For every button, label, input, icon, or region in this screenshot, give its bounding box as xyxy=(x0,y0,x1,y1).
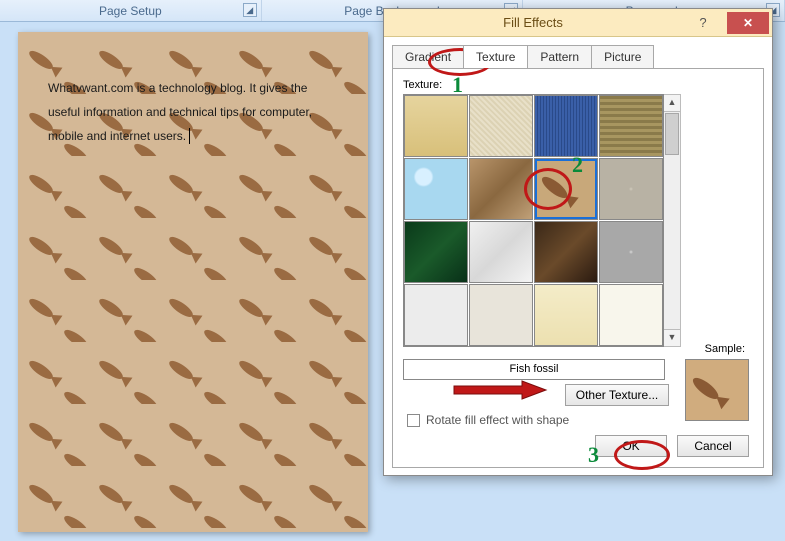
scroll-track[interactable] xyxy=(664,156,680,329)
texture-label: Texture: xyxy=(403,79,753,91)
texture-newsprint[interactable] xyxy=(404,284,468,346)
sample-label: Sample: xyxy=(705,343,745,355)
texture-woven-mat[interactable] xyxy=(599,95,663,157)
rotate-fill-checkbox[interactable] xyxy=(407,414,420,427)
texture-papyrus[interactable] xyxy=(404,95,468,157)
close-icon: ✕ xyxy=(743,16,753,30)
ok-button[interactable]: OK xyxy=(595,435,667,457)
document-text-content: Whatvwant.com is a technology blog. It g… xyxy=(48,81,312,143)
scroll-down-icon[interactable]: ▼ xyxy=(664,329,680,346)
dialog-title: Fill Effects xyxy=(384,15,682,30)
tab-label: Pattern xyxy=(540,50,579,64)
rotate-fill-row: Rotate fill effect with shape xyxy=(407,413,569,427)
dialog-launcher-icon[interactable]: ◢ xyxy=(243,3,257,17)
texture-parchment[interactable] xyxy=(534,284,598,346)
scroll-thumb[interactable] xyxy=(665,113,679,155)
texture-scrollbar[interactable]: ▲ ▼ xyxy=(664,94,681,347)
button-label: Cancel xyxy=(694,439,731,453)
dialog-tabs: Gradient Texture Pattern Picture xyxy=(392,45,764,68)
tab-label: Gradient xyxy=(405,50,451,64)
ribbon-group-label: Page Setup xyxy=(99,4,162,18)
tab-pattern[interactable]: Pattern xyxy=(527,45,592,68)
text-cursor xyxy=(189,128,190,144)
texture-stationery[interactable] xyxy=(599,284,663,346)
selected-texture-name: Fish fossil xyxy=(403,359,665,380)
tab-picture[interactable]: Picture xyxy=(591,45,654,68)
texture-paper-bag[interactable] xyxy=(469,158,533,220)
texture-fish-fossil[interactable] xyxy=(534,158,598,220)
tab-body-texture: Texture: ▲ ▼ Fish fossil Other Texture..… xyxy=(392,68,764,468)
sample-preview xyxy=(685,359,749,421)
texture-grid xyxy=(403,94,664,347)
rotate-fill-label: Rotate fill effect with shape xyxy=(426,413,569,427)
tab-texture[interactable]: Texture xyxy=(463,45,528,68)
tab-label: Picture xyxy=(604,50,641,64)
texture-granite[interactable] xyxy=(599,221,663,283)
fill-effects-dialog: Fill Effects ? ✕ Gradient Texture Patter… xyxy=(383,8,773,476)
texture-denim[interactable] xyxy=(534,95,598,157)
texture-canvas[interactable] xyxy=(469,95,533,157)
tab-gradient[interactable]: Gradient xyxy=(392,45,464,68)
dialog-titlebar[interactable]: Fill Effects ? ✕ xyxy=(384,9,772,37)
cancel-button[interactable]: Cancel xyxy=(677,435,749,457)
scroll-up-icon[interactable]: ▲ xyxy=(664,95,680,112)
ribbon-group-page-setup: Page Setup ◢ xyxy=(0,0,262,21)
texture-white-marble[interactable] xyxy=(469,221,533,283)
help-button[interactable]: ? xyxy=(682,12,724,34)
document-body-text[interactable]: Whatvwant.com is a technology blog. It g… xyxy=(18,32,368,191)
texture-recycled-paper[interactable] xyxy=(469,284,533,346)
texture-green-marble[interactable] xyxy=(404,221,468,283)
tab-label: Texture xyxy=(476,50,515,64)
texture-sand[interactable] xyxy=(599,158,663,220)
document-page: Whatvwant.com is a technology blog. It g… xyxy=(18,32,368,532)
button-label: OK xyxy=(622,439,639,453)
other-texture-button[interactable]: Other Texture... xyxy=(565,384,669,406)
texture-brown-marble[interactable] xyxy=(534,221,598,283)
close-button[interactable]: ✕ xyxy=(727,12,769,34)
button-label: Other Texture... xyxy=(576,388,658,402)
texture-water-droplets[interactable] xyxy=(404,158,468,220)
